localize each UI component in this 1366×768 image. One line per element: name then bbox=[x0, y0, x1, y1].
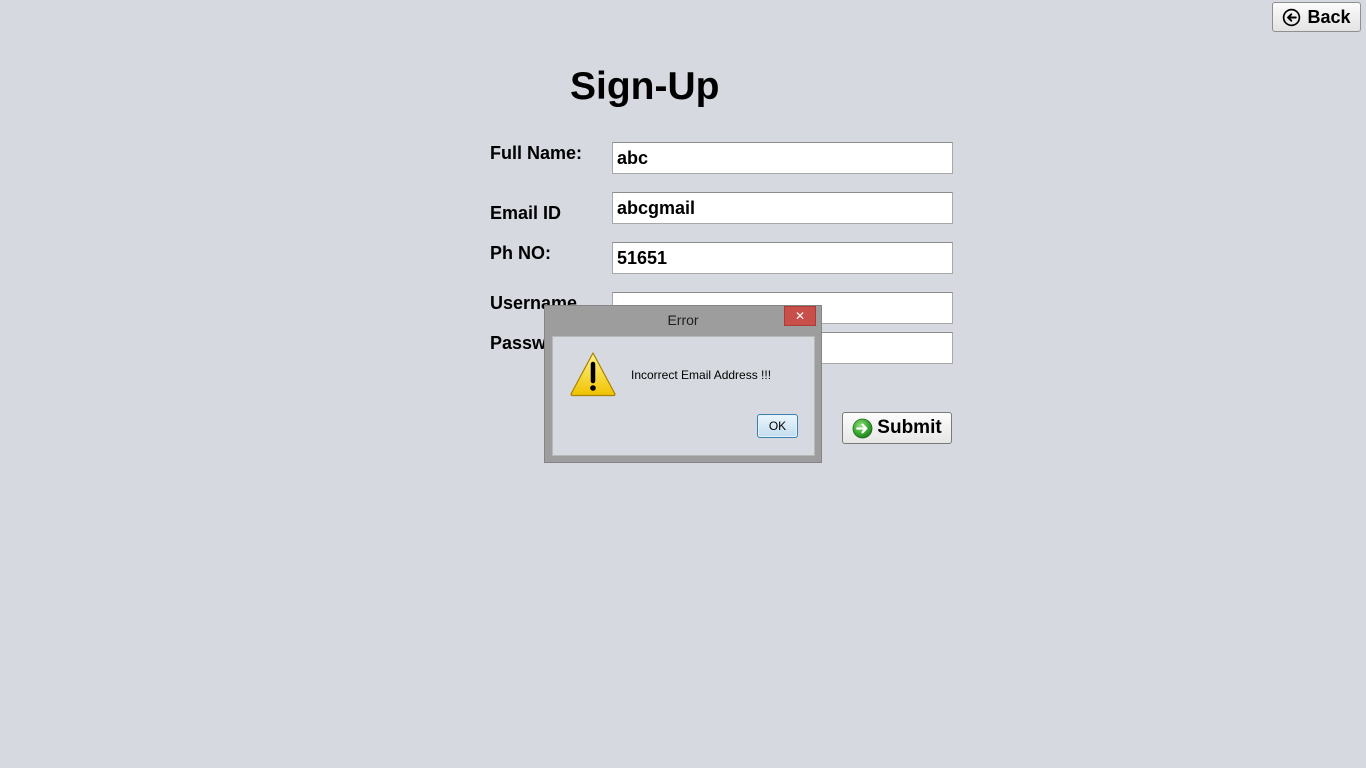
email-label: Email ID bbox=[490, 203, 562, 223]
close-button[interactable]: ✕ bbox=[784, 306, 816, 326]
warning-icon bbox=[570, 352, 616, 397]
back-button[interactable]: Back bbox=[1272, 2, 1361, 32]
dialog-title: Error bbox=[667, 312, 699, 328]
signup-window: Back Sign-Up Full Name: Email ID Ph NO: … bbox=[0, 0, 1366, 768]
back-arrow-circle-icon bbox=[1283, 8, 1301, 26]
password-label: Passw bbox=[490, 333, 547, 353]
submit-button-label: Submit bbox=[877, 417, 942, 438]
full-name-input[interactable] bbox=[612, 142, 953, 174]
dialog-body: Incorrect Email Address !!! OK bbox=[552, 336, 815, 456]
phone-label: Ph NO: bbox=[490, 243, 551, 263]
close-icon: ✕ bbox=[794, 309, 806, 323]
error-dialog: Error ✕ Incorrect Email Address !!! OK bbox=[544, 305, 822, 463]
ok-button[interactable]: OK bbox=[757, 414, 798, 438]
phone-input[interactable] bbox=[612, 242, 953, 274]
email-input[interactable] bbox=[612, 192, 953, 224]
back-button-label: Back bbox=[1307, 6, 1351, 27]
dialog-message: Incorrect Email Address !!! bbox=[631, 368, 772, 382]
full-name-label: Full Name: bbox=[490, 143, 583, 163]
green-arrow-circle-icon bbox=[852, 418, 873, 438]
page-title: Sign-Up bbox=[570, 65, 720, 108]
submit-button[interactable]: Submit bbox=[842, 412, 952, 444]
